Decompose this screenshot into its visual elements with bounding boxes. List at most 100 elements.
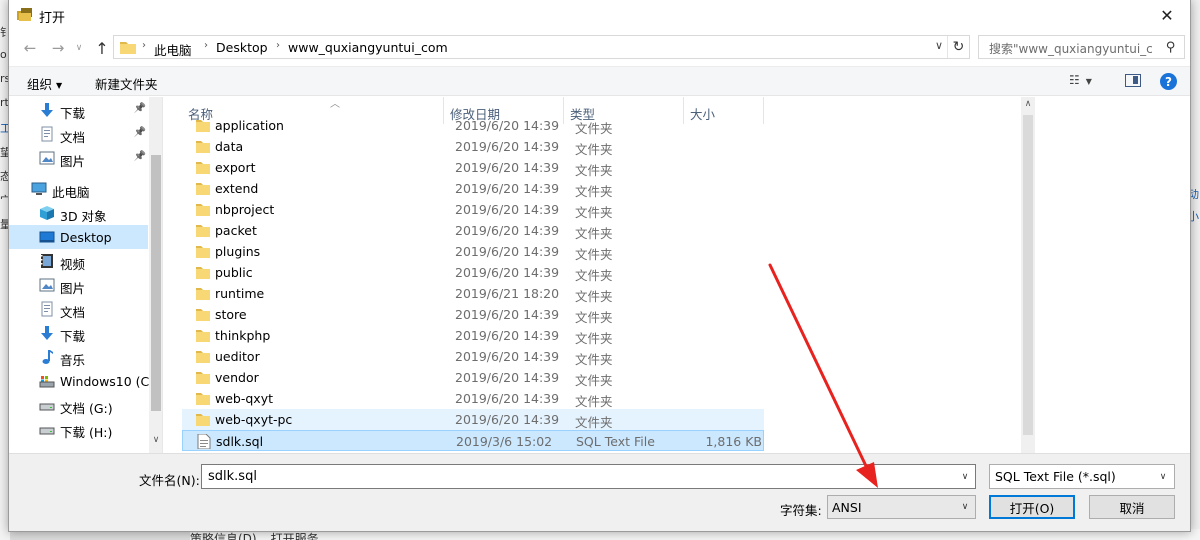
address-bar[interactable]: › 此电脑 › Desktop › www_quxiangyuntui_com …	[113, 35, 970, 59]
file-row[interactable]: web-qxyt 2019/6/20 14:39 文件夹	[182, 388, 764, 409]
document-icon	[39, 126, 55, 142]
file-row[interactable]: web-qxyt-pc 2019/6/20 14:39 文件夹	[182, 409, 764, 430]
file-row[interactable]: store 2019/6/20 14:39 文件夹	[182, 304, 764, 325]
file-row[interactable]: application 2019/6/20 14:39 文件夹	[182, 115, 764, 136]
file-type: 文件夹	[575, 352, 613, 367]
breadcrumb-this-pc[interactable]: 此电脑	[154, 40, 192, 59]
nav-item-label: 音乐	[60, 353, 86, 368]
help-button[interactable]: ?	[1160, 73, 1177, 90]
refresh-icon: ↻	[952, 39, 965, 55]
file-row[interactable]: public 2019/6/20 14:39 文件夹	[182, 262, 764, 283]
close-button[interactable]: ✕	[1144, 0, 1190, 30]
breadcrumb-desktop[interactable]: Desktop	[216, 40, 268, 55]
file-name: nbproject	[215, 202, 275, 217]
background-text: 打开服务	[270, 532, 319, 540]
nav-item[interactable]: 视频	[9, 249, 148, 273]
pin-icon: 📌	[133, 151, 146, 162]
file-row[interactable]: thinkphp 2019/6/20 14:39 文件夹	[182, 325, 764, 346]
chevron-down-icon: ∨	[961, 502, 969, 512]
nav-item[interactable]: 图片 📌	[9, 146, 148, 170]
chevron-down-icon[interactable]: ∨	[955, 465, 975, 488]
file-type: 文件夹	[575, 142, 613, 157]
file-type: SQL Text File	[576, 434, 655, 449]
nav-item[interactable]: 此电脑	[9, 177, 148, 201]
nav-item[interactable]: 3D 对象	[9, 201, 148, 225]
forward-button[interactable]: →	[47, 38, 69, 58]
address-history-chevron-icon[interactable]: ∨	[931, 39, 947, 55]
breadcrumb-separator-icon[interactable]: ›	[204, 40, 208, 51]
nav-item[interactable]: 文档 📌	[9, 122, 148, 146]
file-row[interactable]: vendor 2019/6/20 14:39 文件夹	[182, 367, 764, 388]
file-type: 文件夹	[575, 373, 613, 388]
breadcrumb-current-folder[interactable]: www_quxiangyuntui_com	[288, 40, 448, 55]
file-row[interactable]: extend 2019/6/20 14:39 文件夹	[182, 178, 764, 199]
new-folder-button[interactable]: 新建文件夹	[95, 74, 158, 93]
file-row[interactable]: plugins 2019/6/20 14:39 文件夹	[182, 241, 764, 262]
folder-icon	[196, 286, 210, 301]
nav-item[interactable]: 下载 📌	[9, 98, 148, 122]
drive-icon	[39, 421, 55, 437]
nav-item[interactable]: 文档	[9, 297, 148, 321]
file-type: 文件夹	[575, 415, 613, 430]
file-row[interactable]: runtime 2019/6/21 18:20 文件夹	[182, 283, 764, 304]
file-row[interactable]: nbproject 2019/6/20 14:39 文件夹	[182, 199, 764, 220]
video-icon	[39, 253, 55, 269]
navigation-scroll-thumb[interactable]	[151, 155, 161, 411]
preview-pane-button[interactable]	[1125, 74, 1141, 87]
navigation-pane[interactable]: 下载 📌 文档 📌 图片 📌 此电脑 3D 对象 Desktop 视频 图片 文档 下载 音乐 Window…	[9, 97, 163, 453]
folder-icon	[196, 412, 210, 427]
folder-icon	[196, 370, 210, 385]
file-row[interactable]: export 2019/6/20 14:39 文件夹	[182, 157, 764, 178]
file-modified-date: 2019/6/20 14:39	[455, 223, 560, 238]
filetype-value: SQL Text File (*.sql)	[995, 469, 1116, 484]
nav-item[interactable]: 图片	[9, 273, 148, 297]
back-button[interactable]: ←	[19, 38, 41, 58]
file-name: data	[215, 139, 244, 154]
open-button[interactable]: 打开(O)	[989, 495, 1075, 519]
encoding-select[interactable]: ANSI ∨	[827, 495, 976, 519]
file-modified-date: 2019/6/21 18:20	[455, 286, 560, 301]
scroll-up-chevron-icon[interactable]: ∧	[1021, 99, 1035, 109]
file-name: packet	[215, 223, 257, 238]
cancel-button[interactable]: 取消	[1089, 495, 1175, 519]
nav-item[interactable]: 下载 (H:)	[9, 417, 148, 441]
filename-input[interactable]: sdlk.sql ∨	[201, 464, 976, 489]
nav-item-label: 图片	[60, 281, 86, 296]
file-modified-date: 2019/6/20 14:39	[455, 244, 560, 259]
file-list-scrollbar[interactable]: ∧	[1021, 97, 1035, 453]
file-row[interactable]: ueditor 2019/6/20 14:39 文件夹	[182, 346, 764, 367]
nav-item[interactable]: Desktop	[9, 225, 148, 249]
nav-item-label: 下载	[60, 106, 86, 121]
title-bar: 打开 ✕	[9, 0, 1190, 30]
pin-icon: 📌	[133, 103, 146, 114]
view-options-button[interactable]: ☷ ▼	[1069, 73, 1092, 87]
breadcrumb-separator-icon[interactable]: ›	[276, 40, 280, 51]
breadcrumb-separator-icon[interactable]: ›	[142, 40, 146, 51]
file-name: vendor	[215, 370, 259, 385]
recent-locations-button[interactable]: ∨	[71, 38, 87, 58]
refresh-button[interactable]: ↻	[947, 36, 969, 58]
file-row[interactable]: packet 2019/6/20 14:39 文件夹	[182, 220, 764, 241]
search-box[interactable]: 搜索"www_quxiangyuntui_c ⚲	[978, 35, 1185, 59]
search-input[interactable]: 搜索"www_quxiangyuntui_c	[989, 40, 1164, 57]
organize-button[interactable]: 组织 ▼	[27, 74, 62, 93]
arrow-right-icon: →	[51, 39, 65, 57]
folder-icon	[196, 202, 210, 217]
pin-icon: 📌	[133, 127, 146, 138]
file-modified-date: 2019/6/20 14:39	[455, 412, 560, 427]
file-list-scroll-thumb[interactable]	[1023, 115, 1033, 435]
nav-item[interactable]: 文档 (G:)	[9, 393, 148, 417]
file-modified-date: 2019/6/20 14:39	[455, 349, 560, 364]
nav-item[interactable]: 音乐	[9, 345, 148, 369]
nav-item[interactable]: 下载	[9, 321, 148, 345]
filetype-select[interactable]: SQL Text File (*.sql) ∨	[989, 464, 1175, 489]
music-icon	[39, 349, 55, 365]
file-row[interactable]: data 2019/6/20 14:39 文件夹	[182, 136, 764, 157]
nav-item[interactable]: Windows10 (C:	[9, 369, 154, 393]
file-row[interactable]: sdlk.sql 2019/3/6 15:02 SQL Text File 1,816…	[182, 430, 764, 451]
folder-icon	[196, 307, 210, 322]
folder-icon	[196, 118, 210, 133]
navigation-scrollbar[interactable]: ∨	[149, 97, 162, 453]
up-button[interactable]: ↑	[91, 38, 113, 58]
scroll-down-chevron-icon[interactable]: ∨	[149, 435, 162, 449]
